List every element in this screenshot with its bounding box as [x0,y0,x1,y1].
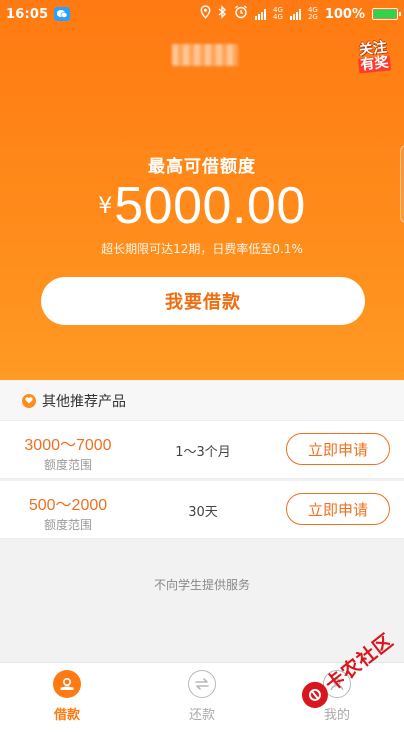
location-icon [200,5,211,23]
product-row: 3000～7000 额度范围 1～3个月 立即申请 [0,421,404,479]
follow-reward-badge[interactable]: 关注 有奖 [352,40,395,78]
battery-icon [372,8,401,20]
alarm-icon [234,5,248,23]
recommended-section-header: 其他推荐产品 [0,381,404,421]
wechat-notification-icon [54,7,71,21]
currency-symbol: ¥ [98,194,113,219]
status-time: 16:05 [6,6,49,22]
amount-value: 5000.00 [114,177,306,235]
apply-button[interactable]: 立即申请 [286,433,390,465]
product-range: 500～2000 [28,497,108,514]
nav-item-repay[interactable]: 还款 [135,663,269,732]
product-range: 3000～7000 [24,437,112,454]
student-notice: 不向学生提供服务 [153,578,250,592]
signal-icon [255,8,267,20]
blurred-app-title [172,44,238,66]
network-type-icon-2: 4G 2G [307,6,318,21]
network-type-icon: 4G 4G [273,6,283,21]
apply-button[interactable]: 立即申请 [286,493,390,525]
signal-icon-2 [289,8,301,20]
nav-label: 借款 [53,708,80,723]
product-term: 1～3个月 [175,445,231,460]
nav-item-borrow[interactable]: 借款 [0,663,134,732]
bluetooth-icon [218,5,227,23]
limit-subtitle: 超长期限可达12期，日费率低至0.1% [101,242,303,256]
battery-percent: 100% [324,6,365,22]
status-icons: 4G 4G 4G 2G 100% [200,5,401,23]
product-row: 500～2000 额度范围 30天 立即申请 [0,481,404,539]
section-title: 其他推荐产品 [42,393,126,410]
product-term: 30天 [188,505,218,520]
product-range-label: 额度范围 [43,458,92,472]
repay-icon [188,670,216,698]
heart-icon [22,393,36,408]
borrow-icon [53,670,81,698]
limit-amount: ¥5000.00 [0,176,404,236]
status-bar: 16:05 4G 4G 4G 2G 100% [0,0,404,28]
limit-label: 最高可借额度 [148,157,256,177]
nav-label: 还款 [188,708,215,723]
borrow-button[interactable]: 我要借款 [41,277,365,325]
product-range-label: 额度范围 [43,518,92,532]
